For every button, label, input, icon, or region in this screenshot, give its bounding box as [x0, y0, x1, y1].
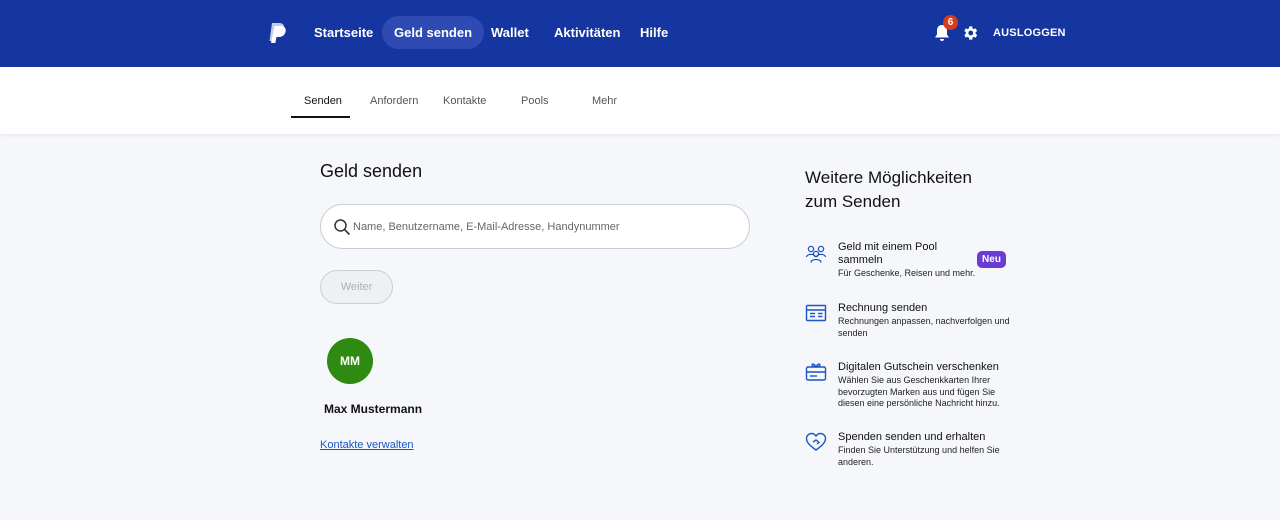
tab-pools[interactable]: Pools — [521, 95, 549, 107]
search-icon — [334, 219, 350, 235]
sub-navigation: Senden Anfordern Kontakte Pools Mehr — [0, 67, 1280, 134]
option-description: Wählen Sie aus Geschenkkarten Ihrer bevo… — [838, 375, 1000, 408]
option-pool[interactable]: Geld mit einem Pool sammeln Für Geschenk… — [805, 241, 1005, 283]
notification-badge: 6 — [943, 15, 958, 30]
continue-button[interactable]: Weiter — [320, 270, 393, 304]
tab-kontakte[interactable]: Kontakte — [443, 95, 486, 107]
option-description: Rechnungen anpassen, nachverfolgen und s… — [838, 316, 1010, 338]
nav-aktivitaeten[interactable]: Aktivitäten — [542, 16, 632, 49]
invoice-icon — [805, 304, 827, 322]
group-icon — [805, 245, 827, 263]
option-donate[interactable]: Spenden senden und erhalten Finden Sie U… — [805, 431, 1005, 469]
option-invoice[interactable]: Rechnung senden Rechnungen anpassen, nac… — [805, 302, 1010, 340]
new-badge: Neu — [977, 251, 1006, 268]
heart-hand-icon — [805, 432, 827, 451]
option-description: Finden Sie Unterstützung und helfen Sie … — [838, 445, 1000, 467]
gear-icon[interactable] — [961, 24, 979, 42]
logout-link[interactable]: AUSLOGGEN — [993, 27, 1066, 39]
contact-name[interactable]: Max Mustermann — [324, 402, 422, 416]
option-gift-card[interactable]: Digitalen Gutschein verschenken Wählen S… — [805, 361, 1005, 409]
nav-wallet[interactable]: Wallet — [479, 16, 541, 49]
paypal-logo[interactable] — [267, 22, 287, 44]
search-input[interactable] — [353, 216, 733, 238]
nav-hilfe[interactable]: Hilfe — [628, 16, 680, 49]
nav-startseite[interactable]: Startseite — [302, 16, 385, 49]
recipient-search[interactable] — [320, 204, 750, 249]
tab-mehr[interactable]: Mehr — [592, 95, 617, 107]
nav-geld-senden[interactable]: Geld senden — [382, 16, 485, 49]
option-title: Geld mit einem Pool sammeln — [838, 241, 938, 266]
option-title: Spenden senden und erhalten — [838, 431, 986, 443]
option-title: Digitalen Gutschein verschenken — [838, 361, 999, 373]
side-title: Weitere Möglichkeiten zum Senden — [805, 168, 972, 211]
option-title: Rechnung senden — [838, 302, 928, 314]
tab-anfordern[interactable]: Anfordern — [370, 95, 418, 107]
gift-card-icon — [805, 363, 827, 381]
page-title: Geld senden — [320, 161, 423, 181]
manage-contacts-link[interactable]: Kontakte verwalten — [320, 439, 414, 451]
option-description: Für Geschenke, Reisen und mehr. — [838, 268, 976, 278]
contact-avatar[interactable]: MM — [327, 338, 373, 384]
top-navigation: Startseite Geld senden Wallet Aktivitäte… — [0, 0, 1280, 67]
active-tab-indicator — [291, 116, 350, 118]
tab-senden[interactable]: Senden — [304, 95, 342, 107]
